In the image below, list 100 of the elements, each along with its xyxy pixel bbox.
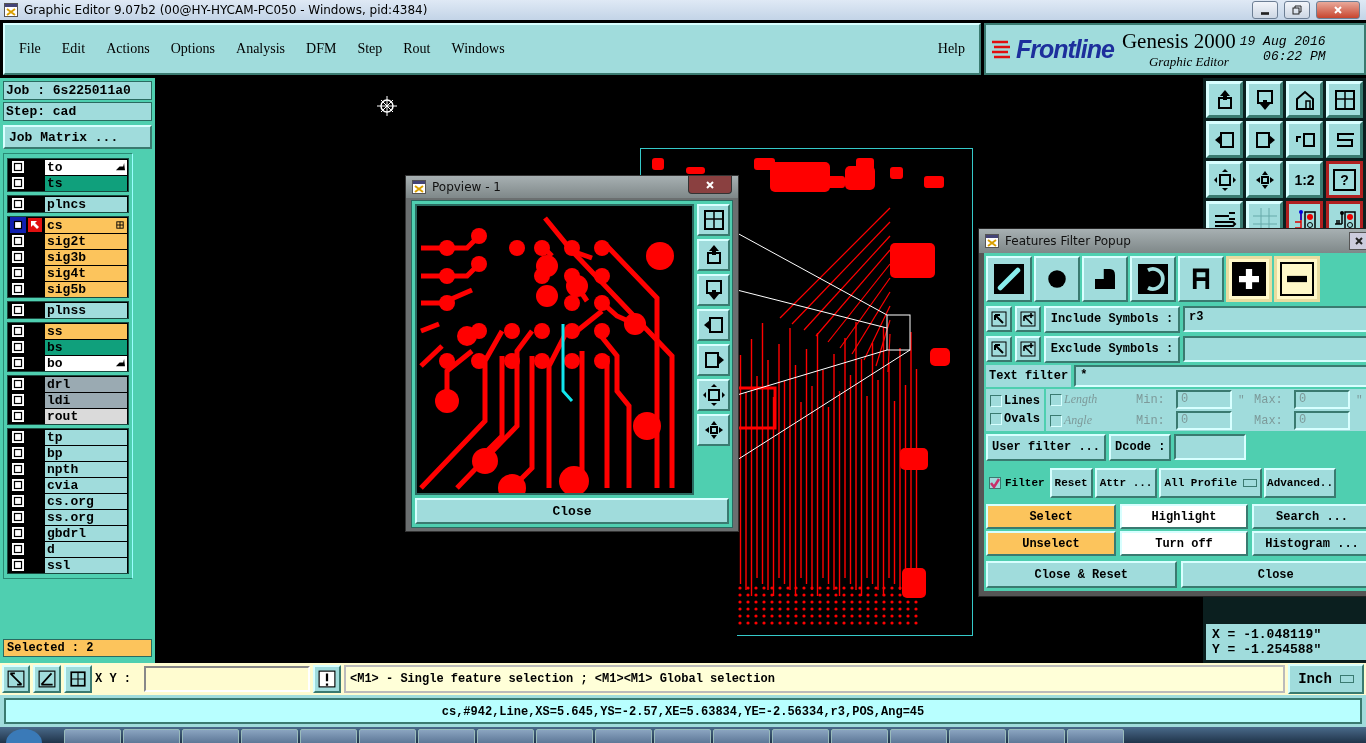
zoom-box-button[interactable] [2,665,30,693]
menu-item[interactable]: Edit [61,41,86,57]
layer-name[interactable]: npth [45,461,127,477]
symbols-button[interactable]: Include Symbols : [1044,305,1180,333]
layer-name[interactable]: ss [45,323,127,339]
menu-item[interactable]: Step [357,41,383,57]
view-tool-button[interactable] [697,414,730,446]
filter-button[interactable]: Reset [1049,468,1093,498]
pick-button[interactable] [986,306,1012,332]
restore-button[interactable] [1284,1,1310,19]
snap-button[interactable] [64,665,92,693]
action-button[interactable]: Select [986,504,1116,529]
layer-name[interactable]: tp [45,429,127,445]
layer-name[interactable]: cs.org [45,493,127,509]
menu-item[interactable]: DFM [306,41,337,57]
layer-checkbox[interactable] [12,304,24,316]
view-tool-button[interactable] [697,379,730,411]
layer-checkbox[interactable] [12,325,24,337]
close-button[interactable]: Close [1180,561,1366,588]
close-button[interactable]: Close & Reset [986,561,1177,588]
feature-type-button[interactable] [1178,256,1224,302]
pick-button[interactable] [986,336,1012,362]
layer-checkbox[interactable] [12,161,24,173]
layer-checkbox[interactable] [12,177,24,189]
layer-name[interactable]: ss.org [45,509,127,525]
shape-checkbox[interactable]: Lines [990,394,1040,408]
layer-name[interactable]: plnss [45,302,127,318]
advanced-button[interactable]: Advanced.. [1264,468,1337,498]
action-button[interactable]: Histogram ... [1252,531,1366,556]
layer-name[interactable]: bs [45,339,127,355]
layer-checkbox[interactable] [12,198,24,210]
layer-checkbox[interactable] [12,511,24,523]
layer-name[interactable]: ssl [45,557,127,573]
layer-checkbox[interactable] [12,431,24,443]
layer-checkbox[interactable] [12,527,24,539]
layer-name[interactable]: drl [45,376,127,392]
layer-checkbox[interactable] [12,543,24,555]
layer-name[interactable]: bo [45,355,127,371]
alert-button[interactable] [313,665,341,693]
layer-checkbox[interactable] [12,378,24,390]
layer-checkbox[interactable] [12,251,24,263]
layer-name[interactable]: ldi [45,392,127,408]
layer-checkbox[interactable] [12,479,24,491]
action-button[interactable]: Turn off [1120,531,1248,556]
layer-checkbox[interactable] [12,410,24,422]
layer-checkbox[interactable] [12,357,24,369]
feature-type-button[interactable] [1130,256,1176,302]
layer-checkbox[interactable] [12,283,24,295]
polarity-button[interactable] [1274,256,1320,302]
toolbar-button[interactable]: 1:2 [1286,161,1323,198]
layer-name[interactable]: sig2t [45,233,127,249]
job-matrix-button[interactable]: Job Matrix ... [3,125,152,149]
close-button[interactable]: Close [415,498,729,524]
toolbar-button[interactable]: ? [1326,161,1363,198]
layer-name[interactable]: cs [45,217,127,233]
action-button[interactable]: Search ... [1252,504,1366,529]
layer-checkbox[interactable] [12,267,24,279]
filter-button[interactable]: Attr ... [1094,468,1158,498]
layer-checkbox[interactable] [12,219,24,231]
layer-name[interactable]: cvia [45,477,127,493]
symbols-button[interactable]: Exclude Symbols : [1044,335,1180,363]
action-button[interactable]: Highlight [1120,504,1248,529]
layer-name[interactable]: plncs [45,196,127,212]
layer-name[interactable]: sig4t [45,265,127,281]
view-tool-button[interactable] [697,204,730,236]
menu-item[interactable]: Windows [451,41,505,57]
menu-item[interactable]: Options [170,41,216,57]
view-tool-button[interactable] [697,344,730,376]
units-dropdown[interactable]: Inch [1288,664,1364,694]
feature-type-button[interactable] [1034,256,1080,302]
menu-item[interactable]: Actions [106,41,150,57]
menu-item[interactable]: Help [937,41,965,57]
dcode-button[interactable]: Dcode : [1109,433,1172,461]
polarity-button[interactable] [1226,256,1272,302]
view-tool-button[interactable] [697,239,730,271]
layer-name[interactable]: rout [45,408,127,424]
pick-add-button[interactable] [1015,336,1041,362]
dcode-field[interactable] [1174,434,1247,460]
layer-checkbox[interactable] [12,559,24,571]
close-button[interactable] [1349,232,1366,250]
layer-name[interactable]: ts [45,175,127,191]
layer-checkbox[interactable] [12,235,24,247]
pick-add-button[interactable] [1015,306,1041,332]
close-button[interactable] [688,176,732,194]
text-filter-field[interactable]: * [1074,365,1366,387]
feature-type-button[interactable] [986,256,1032,302]
shape-checkbox[interactable]: Ovals [990,412,1040,426]
profile-dropdown[interactable]: All Profile [1159,468,1263,498]
layer-checkbox[interactable] [12,341,24,353]
layer-name[interactable]: gbdrl [45,525,127,541]
menu-item[interactable]: File [19,41,41,57]
layer-name[interactable]: to [45,159,127,175]
measure-button[interactable] [33,665,61,693]
view-tool-button[interactable] [697,309,730,341]
user-filter-button[interactable]: User filter ... [986,433,1107,461]
menu-item[interactable]: Rout [403,41,431,57]
feature-type-button[interactable] [1082,256,1128,302]
layer-checkbox[interactable] [12,394,24,406]
layer-name[interactable]: sig3b [45,249,127,265]
menu-item[interactable]: Analysis [236,41,286,57]
